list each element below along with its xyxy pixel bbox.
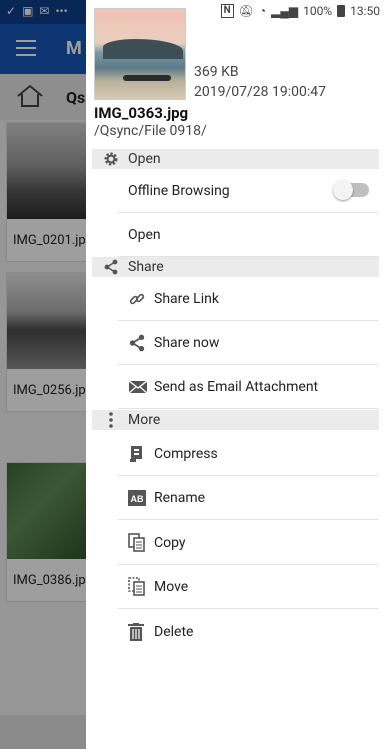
compress-row[interactable]: Compress — [118, 432, 379, 476]
offline-browsing-row[interactable]: Offline Browsing — [118, 169, 379, 213]
row-label: Share now — [154, 334, 220, 351]
link-icon — [128, 288, 154, 310]
send-email-attachment-row[interactable]: Send as Email Attachment — [118, 365, 379, 409]
row-label: Move — [154, 578, 189, 595]
copy-row[interactable]: Copy — [118, 521, 379, 565]
share-icon — [100, 259, 122, 275]
file-date: 2019/07/28 19:00:47 — [194, 84, 326, 100]
nfc-icon: N — [220, 4, 234, 18]
row-label: Copy — [154, 534, 186, 551]
wifi-icon: ◔ — [258, 4, 267, 18]
copy-icon — [128, 532, 154, 554]
clock: 13:50 — [350, 4, 380, 18]
row-label: Rename — [154, 489, 206, 506]
more-vertical-icon — [100, 412, 122, 428]
svg-text:AB: AB — [131, 494, 144, 504]
row-label: Offline Browsing — [128, 182, 230, 199]
file-actions-drawer: N 🔕︎ ◔ ▂▄▆ 100% 13:50 369 KB 2019/07/28 … — [86, 0, 386, 749]
mute-icon: 🔕︎ — [238, 4, 254, 18]
row-label: Delete — [154, 624, 194, 640]
email-icon — [128, 376, 154, 398]
file-preview-thumbnail — [94, 8, 186, 100]
row-label: Open — [128, 226, 161, 243]
file-size: 369 KB — [194, 64, 239, 80]
battery-icon — [337, 5, 346, 17]
move-icon — [128, 576, 154, 598]
offline-browsing-toggle[interactable] — [333, 180, 369, 200]
share-now-row[interactable]: Share now — [118, 321, 379, 365]
row-label: Compress — [154, 445, 218, 462]
compress-icon — [128, 443, 154, 465]
section-label: More — [128, 412, 161, 428]
section-share: Share — [92, 257, 379, 277]
rename-icon: AB — [128, 487, 154, 509]
section-more: More — [92, 410, 379, 430]
section-open: Open — [92, 149, 379, 169]
row-label: Send as Email Attachment — [154, 378, 319, 395]
share-link-row[interactable]: Share Link — [118, 277, 379, 321]
row-label: Share Link — [154, 290, 219, 307]
battery-level: 100% — [303, 4, 333, 18]
share-icon — [128, 332, 154, 354]
trash-icon — [128, 621, 154, 643]
gear-icon — [100, 151, 122, 167]
section-label: Share — [128, 259, 164, 275]
section-label: Open — [128, 151, 161, 167]
open-row[interactable]: Open — [118, 213, 379, 257]
signal-icon: ▂▄▆ — [271, 4, 299, 18]
file-path: /Qsync/File 0918/ — [94, 123, 207, 139]
move-row[interactable]: Move — [118, 565, 379, 609]
rename-row[interactable]: AB Rename — [118, 476, 379, 520]
file-name-title: IMG_0363.jpg — [94, 104, 189, 122]
delete-row[interactable]: Delete — [118, 610, 379, 654]
